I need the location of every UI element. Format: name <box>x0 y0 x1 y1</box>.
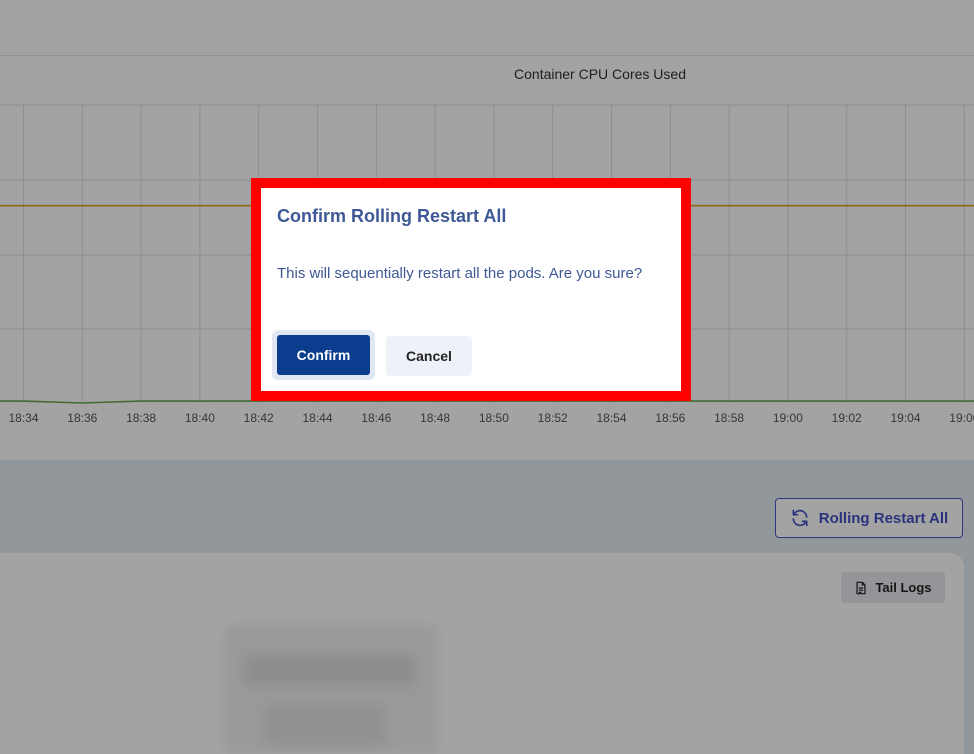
confirm-dialog: Confirm Rolling Restart All This will se… <box>261 188 681 391</box>
dialog-title: Confirm Rolling Restart All <box>277 206 507 226</box>
cancel-button[interactable]: Cancel <box>386 336 472 376</box>
confirm-button-label: Confirm <box>277 335 370 375</box>
confirm-button[interactable]: Confirm <box>272 330 375 380</box>
dialog-message: This will sequentially restart all the p… <box>277 265 643 282</box>
